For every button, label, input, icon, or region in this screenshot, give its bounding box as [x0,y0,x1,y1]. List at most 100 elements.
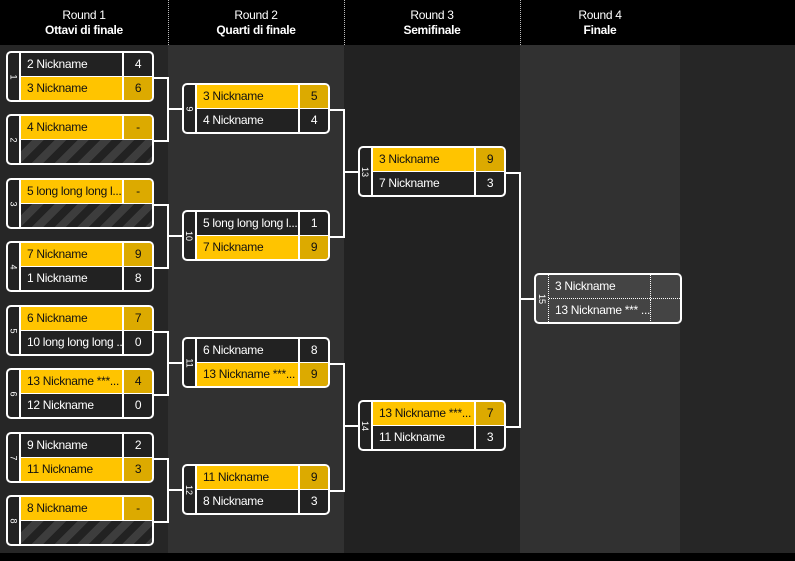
team-row[interactable]: 10 long long long ... 0 [21,331,152,354]
match-15[interactable]: 15 3 Nickname 13 Nickname *** ... [534,273,682,324]
match-9[interactable]: 9 3 Nickname 5 4 Nickname 4 [182,83,330,134]
team-name: 5 long long long l... [27,184,122,198]
match-number: 11 [184,339,197,386]
team-row[interactable]: 1 Nickname 8 [21,267,152,290]
round-title: Round 1 [62,8,106,22]
team-row[interactable]: 13 Nickname *** ... [549,299,680,322]
match-2[interactable]: 2 4 Nickname - [6,114,154,165]
round-4-header: Round 4 Finale [520,0,680,45]
team-row[interactable]: 7 Nickname 3 [373,172,504,195]
team-name: 3 Nickname [203,89,264,103]
team-score: - [122,180,152,203]
team-score: 2 [122,434,152,457]
round-title: Round 3 [410,8,454,22]
team-row[interactable]: 3 Nickname [549,275,680,299]
team-score: 5 [298,85,328,108]
team-row-winner[interactable]: 13 Nickname ***... 9 [197,363,328,386]
team-row-winner[interactable]: 13 Nickname ***... 4 [21,370,152,394]
match-6[interactable]: 6 13 Nickname ***... 4 12 Nickname 0 [6,368,154,419]
team-row-winner[interactable]: 11 Nickname 9 [197,466,328,490]
team-row-winner[interactable]: 7 Nickname 9 [21,243,152,267]
team-score: 3 [474,426,504,449]
team-name: 13 Nickname ***... [379,406,471,420]
team-name: 3 Nickname [27,81,88,95]
team-score: 3 [474,172,504,195]
connector-line [167,362,182,364]
team-row-winner[interactable]: 5 long long long l... - [21,180,152,204]
connector-line [519,298,534,300]
empty-slot [21,204,152,227]
empty-slot [21,140,152,163]
match-10[interactable]: 10 5 long long long l... 1 7 Nickname 9 [182,210,330,261]
team-name: 11 Nickname [379,430,445,444]
round-title: Round 2 [234,8,278,22]
team-name: 5 long long long l... [203,216,298,230]
team-name: 3 Nickname [555,279,616,293]
match-12[interactable]: 12 11 Nickname 9 8 Nickname 3 [182,464,330,515]
team-name: 7 Nickname [379,176,440,190]
team-row-winner[interactable]: 8 Nickname - [21,497,152,521]
connector-line [519,172,521,428]
match-number: 2 [8,116,21,163]
team-row-winner[interactable]: 4 Nickname - [21,116,152,140]
match-13[interactable]: 13 3 Nickname 9 7 Nickname 3 [358,146,506,197]
match-1[interactable]: 1 2 Nickname 4 3 Nickname 6 [6,51,154,102]
team-row-winner[interactable]: 11 Nickname 3 [21,458,152,481]
match-number: 15 [536,275,549,322]
match-number: 9 [184,85,197,132]
team-score [650,275,680,298]
match-7[interactable]: 7 9 Nickname 2 11 Nickname 3 [6,432,154,483]
team-score: 0 [122,331,152,354]
match-number: 8 [8,497,21,544]
team-name: 11 Nickname [27,462,93,476]
round-subtitle: Quarti di finale [216,23,296,37]
team-score: 4 [122,370,152,393]
team-score [650,299,680,322]
match-11[interactable]: 11 6 Nickname 8 13 Nickname ***... 9 [182,337,330,388]
team-row-winner[interactable]: 3 Nickname 5 [197,85,328,109]
match-number: 3 [8,180,21,227]
team-name: 11 Nickname [203,470,269,484]
match-number: 5 [8,307,21,354]
team-name: 4 Nickname [203,113,264,127]
team-row[interactable]: 9 Nickname 2 [21,434,152,458]
match-5[interactable]: 5 6 Nickname 7 10 long long long ... 0 [6,305,154,356]
match-number: 1 [8,53,21,100]
connector-line [167,489,182,491]
team-row[interactable]: 4 Nickname 4 [197,109,328,132]
team-row[interactable]: 8 Nickname 3 [197,490,328,513]
team-name: 7 Nickname [27,247,88,261]
team-row-winner[interactable]: 3 Nickname 9 [373,148,504,172]
connector-line [167,108,182,110]
team-row-winner[interactable]: 6 Nickname 7 [21,307,152,331]
team-name: 13 Nickname *** ... [555,303,650,317]
team-score: 0 [122,394,152,417]
team-name: 6 Nickname [203,343,264,357]
connector-line [343,363,345,492]
match-number: 6 [8,370,21,417]
team-score: 4 [298,109,328,132]
team-name: 9 Nickname [27,438,88,452]
team-row[interactable]: 2 Nickname 4 [21,53,152,77]
team-name: 8 Nickname [203,494,264,508]
team-name: 7 Nickname [203,240,264,254]
team-score: 4 [122,53,152,76]
round-subtitle: Semifinale [403,23,461,37]
team-name: 8 Nickname [27,501,88,515]
team-row-winner[interactable]: 3 Nickname 6 [21,77,152,100]
team-row-winner[interactable]: 13 Nickname ***... 7 [373,402,504,426]
team-name: 6 Nickname [27,311,88,325]
match-3[interactable]: 35 long long long l... - [6,178,154,229]
team-row-winner[interactable]: 7 Nickname 9 [197,236,328,259]
connector-line [343,425,358,427]
team-row[interactable]: 5 long long long l... 1 [197,212,328,236]
match-4[interactable]: 4 7 Nickname 9 1 Nickname 8 [6,241,154,292]
team-row[interactable]: 12 Nickname 0 [21,394,152,417]
team-score: 6 [122,77,152,100]
round-title: Round 4 [578,8,622,22]
match-8[interactable]: 8 8 Nickname - [6,495,154,546]
team-row[interactable]: 11 Nickname 3 [373,426,504,449]
team-score: 9 [474,148,504,171]
match-14[interactable]: 14 13 Nickname ***... 7 11 Nickname 3 [358,400,506,451]
team-row[interactable]: 6 Nickname 8 [197,339,328,363]
